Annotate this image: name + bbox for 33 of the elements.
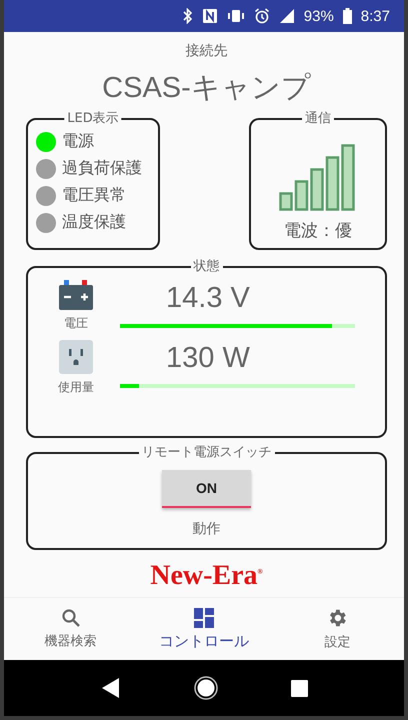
logo: New-Era$^{®}$ bbox=[150, 560, 263, 592]
dashboard-icon bbox=[194, 608, 214, 628]
led-label: 過負荷保護 bbox=[62, 158, 142, 179]
nav-tab[interactable]: 機器検索 bbox=[10, 608, 131, 650]
nav-tab[interactable]: コントロール bbox=[144, 608, 264, 650]
signal-reading: 電波：優 bbox=[284, 220, 352, 242]
signal-strength-icon bbox=[279, 143, 357, 211]
recents-icon[interactable] bbox=[290, 680, 308, 696]
meter-reading: 130 W bbox=[166, 341, 251, 376]
on-button[interactable]: ON bbox=[162, 470, 251, 508]
outlet-icon bbox=[59, 340, 93, 374]
battery-percent: 93% bbox=[304, 8, 334, 24]
alarm-icon bbox=[254, 8, 270, 24]
device-name: CSAS-キャンプ bbox=[101, 71, 312, 106]
bluetooth-icon bbox=[182, 8, 193, 24]
switch-caption: 動作 bbox=[192, 520, 220, 538]
battery-icon bbox=[342, 8, 352, 24]
meter-label: 使用量 bbox=[58, 379, 94, 396]
signal-icon bbox=[278, 8, 295, 24]
connection-label: 接続先 bbox=[184, 42, 228, 60]
back-icon[interactable] bbox=[100, 677, 120, 699]
led-label: 電圧異常 bbox=[62, 185, 126, 206]
nav-tab[interactable]: 設定 bbox=[277, 607, 398, 651]
led-label: 温度保護 bbox=[62, 212, 126, 233]
battery-icon bbox=[59, 280, 93, 310]
nfc-icon bbox=[202, 8, 218, 24]
home-icon[interactable] bbox=[194, 676, 218, 700]
clock: 8:37 bbox=[360, 8, 390, 24]
led-label: 電源 bbox=[62, 131, 94, 152]
meter-reading: 14.3 V bbox=[166, 281, 251, 316]
search-icon bbox=[60, 608, 81, 628]
vibrate-icon bbox=[226, 8, 245, 24]
meter-label: 電圧 bbox=[64, 315, 88, 332]
